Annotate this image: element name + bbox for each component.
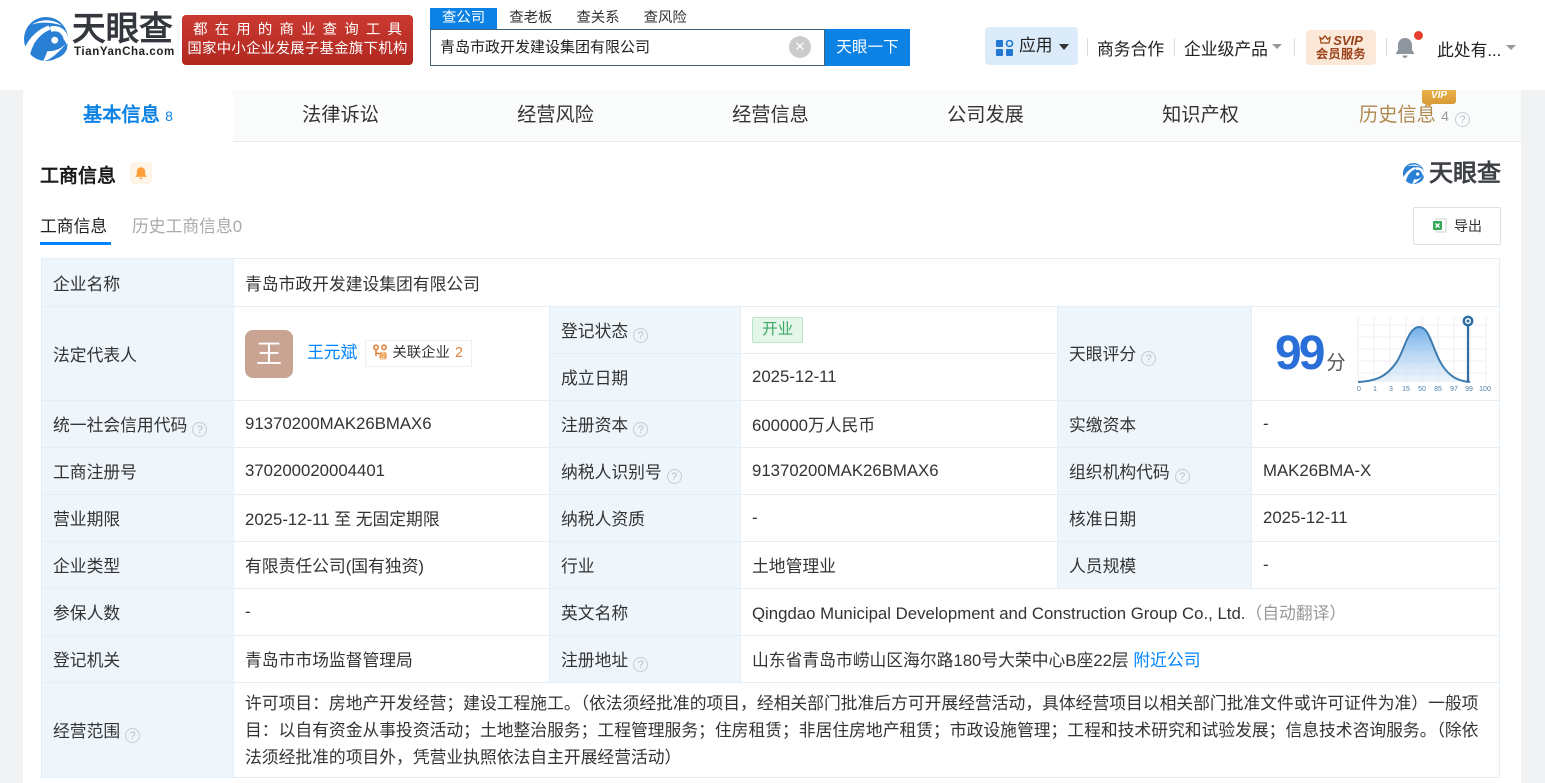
svg-text:50: 50 <box>1418 386 1426 393</box>
svg-text:85: 85 <box>1434 386 1442 393</box>
svg-text:100: 100 <box>1479 386 1491 393</box>
svg-text:0: 0 <box>1357 386 1361 393</box>
svg-text:企: 企 <box>380 351 387 360</box>
svg-text:15: 15 <box>1402 386 1410 393</box>
svg-text:3: 3 <box>1389 386 1393 393</box>
svg-text:97: 97 <box>1450 386 1458 393</box>
svg-text:1: 1 <box>1373 386 1377 393</box>
svg-text:99: 99 <box>1465 386 1473 393</box>
